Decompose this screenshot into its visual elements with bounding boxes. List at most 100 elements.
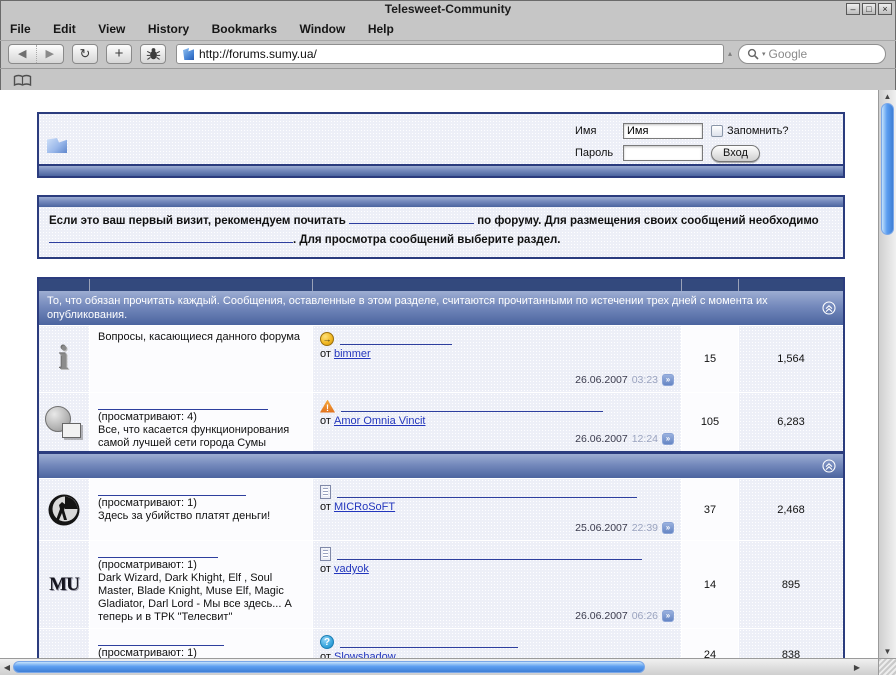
forum-title-link[interactable] (98, 546, 218, 558)
forum-row: unreal (просматривают: 1) ? от Slowshado… (39, 628, 843, 658)
bookmarks-book-icon[interactable] (13, 74, 32, 87)
last-post-user-link[interactable]: MICRoSoFT (334, 501, 395, 513)
category-1-text: То, что обязан прочитать каждый. Сообщен… (47, 295, 768, 321)
remember-label: Запомнить? (727, 125, 789, 137)
welcome-text: Если это ваш первый визит, рекомендуем п… (39, 207, 843, 257)
forum-header: Имя Запомнить? Пароль Вход (37, 112, 845, 178)
menu-edit[interactable]: Edit (53, 18, 76, 40)
forum-title-link[interactable] (98, 484, 246, 496)
last-thread-link[interactable] (340, 333, 452, 345)
scroll-down-arrow[interactable]: ▼ (879, 647, 896, 656)
last-post-user-link[interactable]: bimmer (334, 348, 371, 360)
login-form: Имя Запомнить? Пароль Вход (575, 119, 839, 163)
login-button[interactable]: Вход (711, 145, 760, 162)
by-label: от (320, 415, 331, 427)
posts-count: 838 (739, 629, 843, 658)
last-post-user-link[interactable]: Slowshadow (334, 651, 396, 658)
reload-button[interactable]: ↻ (72, 44, 98, 64)
menu-bar: File Edit View History Bookmarks Window … (0, 18, 896, 41)
register-link[interactable] (49, 231, 293, 243)
horizontal-scrollbar-thumb[interactable] (13, 661, 645, 673)
navigation-toolbar: ◀ ▶ ↻ + http://forums.sumy.ua/ ▴ (0, 41, 896, 69)
last-thread-link[interactable] (337, 548, 642, 560)
vertical-scrollbar-thumb[interactable] (881, 103, 894, 235)
forward-button[interactable]: ▶ (37, 45, 64, 63)
welcome-seg2: по форуму. Для размещения своих сообщени… (477, 215, 819, 227)
bookmarks-bar (0, 69, 896, 91)
forum-description: Dark Wizard, Dark Khight, Elf , Soul Mas… (98, 572, 304, 624)
last-thread-link[interactable] (341, 400, 603, 412)
menu-help[interactable]: Help (368, 18, 394, 40)
posts-count: 895 (739, 541, 843, 628)
page-post-icon (320, 485, 331, 499)
welcome-title-strip (39, 197, 843, 207)
faq-link[interactable] (349, 212, 474, 224)
posts-count: 6,283 (739, 393, 843, 451)
threads-count: 15 (682, 326, 739, 392)
vertical-scrollbar[interactable]: ▲ ▼ (878, 90, 896, 658)
last-thread-link[interactable] (340, 636, 518, 648)
menu-view[interactable]: View (98, 18, 125, 40)
last-post-time: 03:23 (632, 374, 658, 386)
mu-online-forum-icon: MU (49, 574, 79, 596)
header-cell-threads (682, 279, 739, 291)
header-cell-lastpost (313, 279, 682, 291)
threads-count: 24 (682, 629, 739, 658)
add-bookmark-button[interactable]: + (106, 44, 132, 64)
menu-bookmarks[interactable]: Bookmarks (212, 18, 277, 40)
url-text: http://forums.sumy.ua/ (199, 47, 317, 61)
search-placeholder: Google (769, 47, 808, 61)
welcome-seg1: Если это ваш первый визит, рекомендуем п… (49, 215, 346, 227)
maximize-button[interactable]: □ (862, 3, 876, 15)
threads-count: 105 (682, 393, 739, 451)
remember-checkbox[interactable] (711, 125, 723, 137)
last-thread-link[interactable] (337, 486, 637, 498)
menu-file[interactable]: File (10, 18, 31, 40)
go-to-last-post-button[interactable]: » (662, 522, 674, 534)
bug-icon (146, 47, 161, 61)
search-engine-dropdown-icon[interactable]: ▾ (762, 50, 766, 58)
menu-history[interactable]: History (148, 18, 189, 40)
go-to-last-post-button[interactable]: » (662, 610, 674, 622)
page-post-icon (320, 547, 331, 561)
forum-table: То, что обязан прочитать каждый. Сообщен… (37, 277, 845, 658)
go-to-last-post-button[interactable]: » (662, 433, 674, 445)
collapse-section-2-button[interactable] (822, 459, 836, 473)
report-bug-button[interactable] (140, 44, 166, 64)
password-input[interactable] (623, 145, 703, 161)
google-search-field[interactable]: ▾ Google (738, 44, 886, 64)
horizontal-scrollbar[interactable]: ◀ ▶ (0, 658, 878, 675)
threads-count: 37 (682, 479, 739, 540)
close-button[interactable]: × (878, 3, 892, 15)
minimize-button[interactable]: – (846, 3, 860, 15)
last-post-date: 26.06.2007 (575, 433, 628, 445)
forum-title-link[interactable] (98, 398, 268, 410)
last-post-user-link[interactable]: vadyok (334, 563, 369, 575)
last-post-time: 12:24 (632, 433, 658, 445)
header-cell-forum (90, 279, 313, 291)
menu-window[interactable]: Window (299, 18, 345, 40)
forum-title-link[interactable] (98, 634, 224, 646)
forum-description: Все, что касается функционирования самой… (98, 424, 304, 450)
forum-row: i Вопросы, касающиеся данного форума → о… (39, 325, 843, 392)
scroll-up-arrow[interactable]: ▲ (879, 92, 896, 101)
last-post-user-link[interactable]: Amor Omnia Vincit (334, 415, 426, 427)
forum-row: (просматривают: 4) Все, что касается фун… (39, 392, 843, 451)
collapse-section-1-button[interactable] (822, 301, 836, 315)
username-input[interactable] (623, 123, 703, 139)
category-bar-1: То, что обязан прочитать каждый. Сообщен… (39, 291, 843, 325)
posts-count: 1,564 (739, 326, 843, 392)
title-bar[interactable]: Telesweet-Community – □ × (0, 0, 896, 18)
header-bottom-strip (39, 164, 843, 176)
scroll-left-arrow[interactable]: ◀ (0, 663, 14, 672)
back-button[interactable]: ◀ (9, 45, 37, 63)
address-bar[interactable]: http://forums.sumy.ua/ (176, 44, 724, 64)
question-post-icon: ? (320, 635, 334, 649)
password-label: Пароль (575, 147, 623, 159)
counter-strike-forum-icon (47, 493, 81, 527)
viewing-count: (просматривают: 1) (98, 647, 304, 658)
info-forum-icon: i (59, 339, 68, 379)
scroll-right-arrow[interactable]: ▶ (850, 663, 864, 672)
go-to-last-post-button[interactable]: » (662, 374, 674, 386)
window-resize-grip[interactable] (878, 658, 896, 675)
